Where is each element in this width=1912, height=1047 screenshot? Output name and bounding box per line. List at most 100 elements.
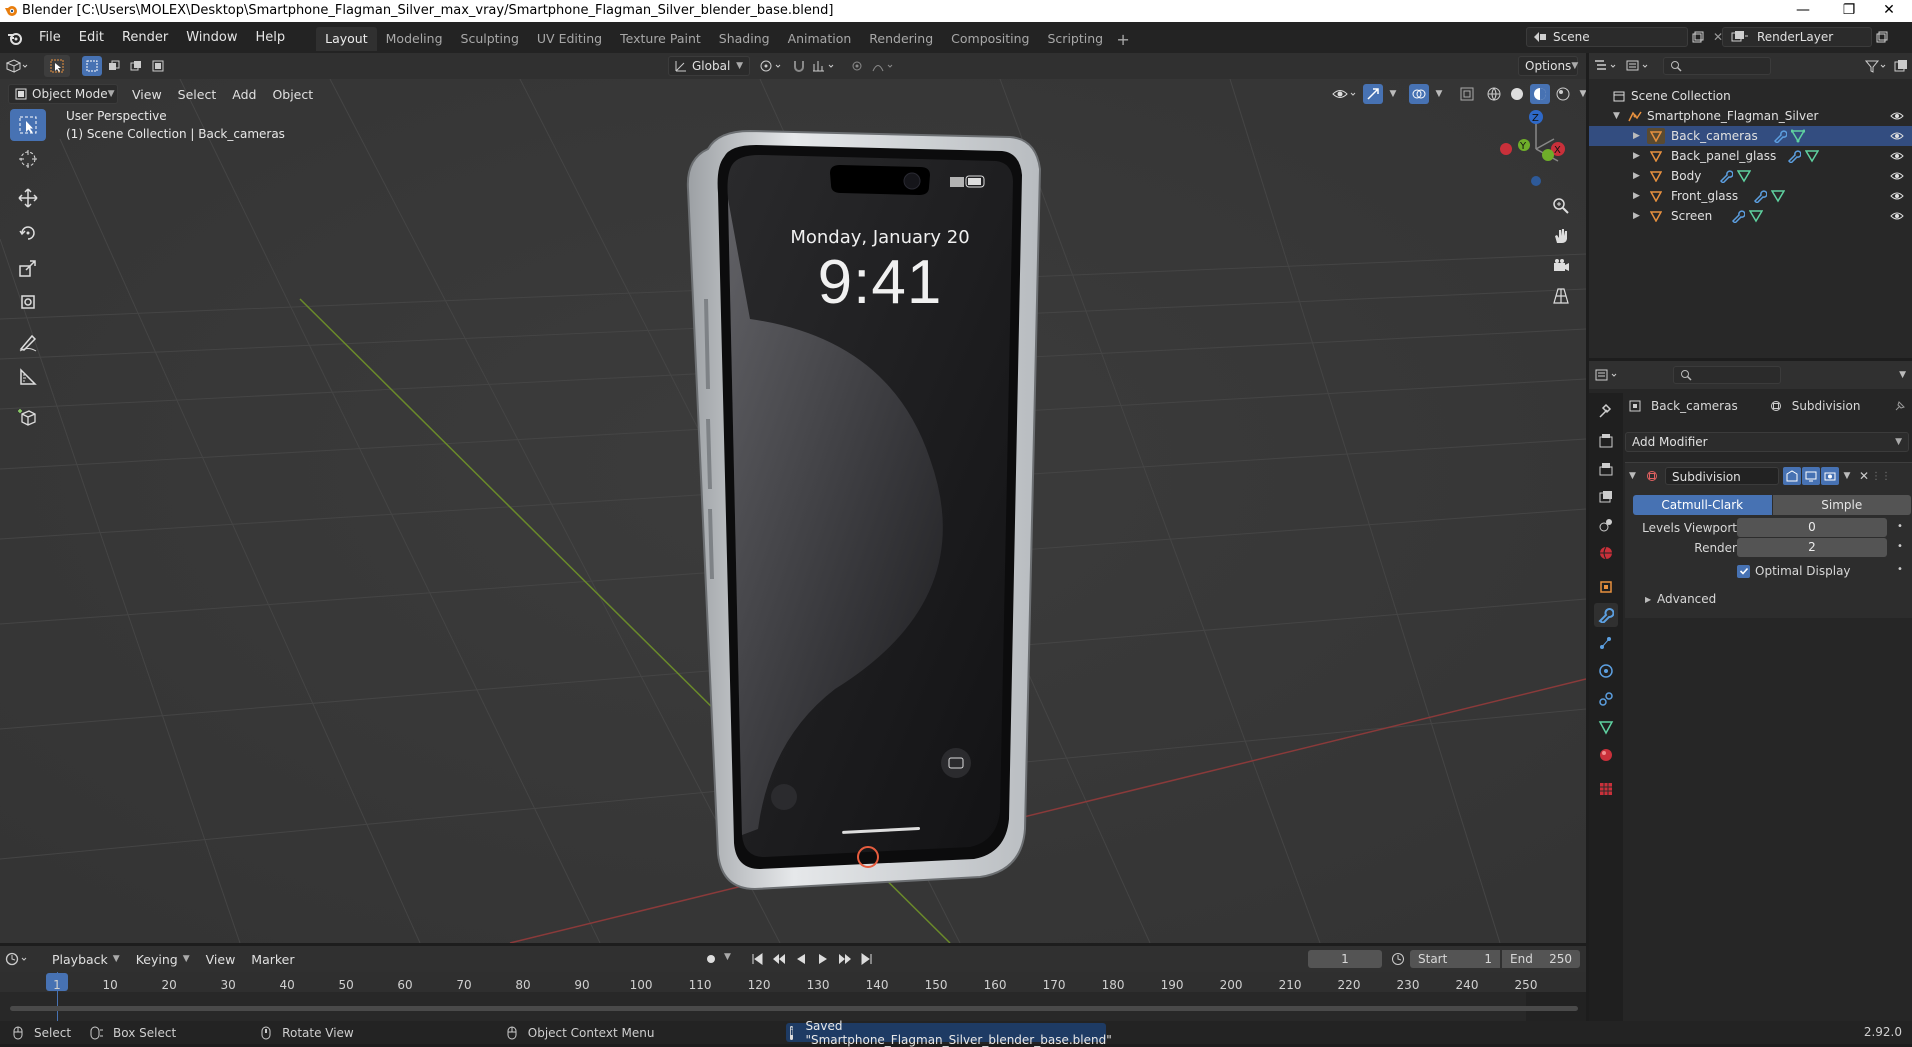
tab-sculpting[interactable]: Sculpting	[452, 27, 528, 51]
eye-icon[interactable]	[1890, 151, 1904, 161]
modifier-wrench-icon[interactable]	[1753, 189, 1767, 203]
close-window-button[interactable]: ✕	[1866, 0, 1912, 22]
new-scene-icon[interactable]	[1688, 27, 1708, 47]
outliner-row-back-cameras[interactable]: ▶ Back_cameras	[1589, 126, 1912, 146]
frame-ruler[interactable]	[0, 972, 1586, 992]
measure-tool[interactable]	[10, 361, 46, 393]
blender-menu-icon[interactable]	[0, 22, 30, 53]
expand-arrow-icon[interactable]: ▶	[1633, 131, 1647, 141]
optimal-display-checkbox[interactable]	[1737, 564, 1750, 578]
scene-field[interactable]: Scene	[1526, 27, 1688, 47]
proportional-edit-icon[interactable]	[846, 56, 868, 76]
constraints-tab-icon[interactable]	[1594, 687, 1618, 711]
modifier-wrench-icon[interactable]	[1787, 149, 1801, 163]
menu-render[interactable]: Render	[113, 22, 177, 53]
mesh-data-tab-icon[interactable]	[1594, 715, 1618, 739]
gizmo-toggle-icon[interactable]	[1363, 84, 1383, 104]
wireframe-shading-icon[interactable]	[1484, 84, 1504, 104]
expand-arrow-icon[interactable]: ▶	[1633, 151, 1647, 161]
advanced-subpanel[interactable]: ▶ Advanced	[1645, 590, 1716, 608]
options-dropdown[interactable]: Options ▼	[1518, 56, 1578, 76]
outliner-search-input[interactable]	[1663, 57, 1771, 75]
end-frame-field[interactable]: End 250	[1502, 950, 1580, 968]
timeline-menu-keying[interactable]: Keying ▼	[128, 952, 198, 967]
menu-help[interactable]: Help	[247, 22, 295, 53]
eye-icon[interactable]	[1890, 111, 1904, 121]
move-tool[interactable]	[10, 182, 46, 214]
chevron-down-icon[interactable]: ▼	[1839, 471, 1855, 481]
preview-range-icon[interactable]	[1388, 950, 1408, 968]
timeline-editor-icon[interactable]	[0, 946, 34, 972]
add-modifier-dropdown[interactable]: Add Modifier ▼	[1625, 432, 1909, 452]
mesh-data-icon[interactable]	[1771, 189, 1785, 203]
keyframe-dot-icon[interactable]: •	[1897, 541, 1903, 552]
eye-icon[interactable]	[1890, 171, 1904, 181]
select-invert-icon[interactable]	[148, 56, 168, 76]
tab-shading[interactable]: Shading	[710, 27, 779, 51]
expand-arrow-icon[interactable]: ▶	[1633, 191, 1647, 201]
record-icon[interactable]	[700, 950, 722, 968]
add-cube-tool[interactable]	[10, 401, 46, 433]
play-icon[interactable]	[812, 949, 834, 969]
timeline-menu-view[interactable]: View	[198, 952, 244, 967]
modifier-tab-icon[interactable]	[1594, 603, 1618, 627]
outliner-row-collection[interactable]: ▼ Smartphone_Flagman_Silver	[1589, 106, 1912, 126]
editor-type-icon[interactable]	[0, 53, 34, 79]
simple-button[interactable]: Simple	[1772, 495, 1911, 515]
outliner-row-back-panel-glass[interactable]: ▶ Back_panel_glass	[1589, 146, 1912, 166]
render-tab-icon[interactable]	[1594, 429, 1618, 453]
scale-tool[interactable]	[10, 252, 46, 284]
menu-window[interactable]: Window	[177, 22, 246, 53]
physics-tab-icon[interactable]	[1594, 659, 1618, 683]
mesh-data-icon[interactable]	[1791, 129, 1805, 143]
minimize-button[interactable]: —	[1780, 0, 1826, 22]
chevron-down-icon[interactable]: ▼	[1386, 84, 1400, 104]
rotate-tool[interactable]	[10, 217, 46, 249]
output-tab-icon[interactable]	[1594, 457, 1618, 481]
new-renderlayer-icon[interactable]	[1872, 27, 1892, 47]
modifier-wrench-icon[interactable]	[1773, 129, 1787, 143]
snap-toggle-icon[interactable]	[790, 56, 808, 76]
annotate-tool[interactable]	[10, 326, 46, 358]
pin-icon[interactable]	[1894, 400, 1906, 412]
cursor-tool[interactable]	[10, 143, 46, 175]
select-subtract-icon[interactable]	[126, 56, 146, 76]
start-frame-field[interactable]: Start 1	[1410, 950, 1500, 968]
tab-scripting[interactable]: Scripting	[1039, 27, 1113, 51]
collapse-arrow-icon[interactable]: ▼	[1629, 471, 1643, 481]
playhead-handle[interactable]	[46, 973, 68, 991]
outliner-row-front-glass[interactable]: ▶ Front_glass	[1589, 186, 1912, 206]
solid-shading-icon[interactable]	[1507, 84, 1527, 104]
active-tool-icon[interactable]	[44, 55, 70, 77]
realtime-toggle-icon[interactable]	[1802, 467, 1820, 485]
chevron-down-icon[interactable]: ▼	[1432, 84, 1446, 104]
eye-icon[interactable]	[1890, 211, 1904, 221]
tab-layout[interactable]: Layout	[316, 27, 377, 51]
scene-tab-icon[interactable]	[1594, 513, 1618, 537]
particles-tab-icon[interactable]	[1594, 631, 1618, 655]
mesh-data-icon[interactable]	[1737, 169, 1751, 183]
modifier-wrench-icon[interactable]	[1719, 169, 1733, 183]
expand-arrow-icon[interactable]: ▶	[1633, 211, 1647, 221]
edit-mode-toggle-icon[interactable]	[1783, 467, 1801, 485]
mesh-data-icon[interactable]	[1805, 149, 1819, 163]
material-tab-icon[interactable]	[1594, 743, 1618, 767]
chevron-down-icon[interactable]: ▼	[1576, 84, 1586, 104]
world-tab-icon[interactable]	[1594, 541, 1618, 565]
3d-viewport[interactable]: Monday, January 20 9:41 Object Mode ▼ Vi…	[0, 79, 1586, 943]
play-reverse-icon[interactable]	[790, 949, 812, 969]
pivot-point-icon[interactable]	[756, 56, 788, 76]
collapse-arrow-icon[interactable]: ▼	[1613, 111, 1627, 121]
select-box-tool[interactable]	[10, 109, 46, 141]
modifier-name-input[interactable]: Subdivision	[1665, 467, 1779, 485]
view-layer-tab-icon[interactable]	[1594, 485, 1618, 509]
rendered-shading-icon[interactable]	[1553, 84, 1573, 104]
new-collection-icon[interactable]	[1890, 53, 1912, 79]
render-levels-field[interactable]: 2	[1737, 538, 1887, 557]
outliner-row-scene-collection[interactable]: Scene Collection	[1589, 86, 1912, 106]
viewport-menu-object[interactable]: Object	[264, 87, 321, 102]
jump-start-icon[interactable]	[746, 949, 768, 969]
tab-animation[interactable]: Animation	[779, 27, 861, 51]
current-frame-field[interactable]: 1	[1308, 950, 1382, 968]
transform-orientation-dropdown[interactable]: Global ▼	[668, 56, 750, 76]
